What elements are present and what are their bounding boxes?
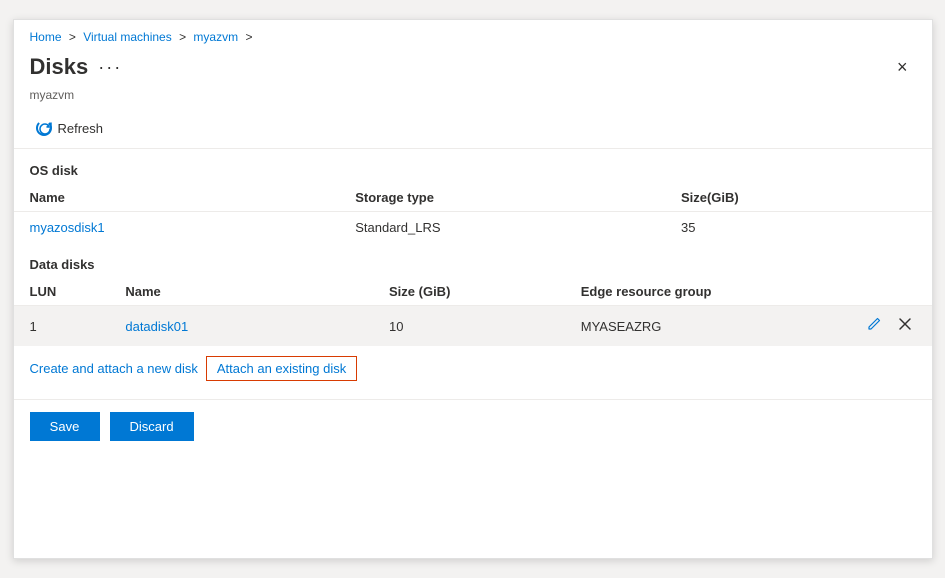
disks-panel: Home > Virtual machines > myazvm > Disks… [13,19,933,559]
breadcrumb-vm-name[interactable]: myazvm [193,30,238,44]
attach-existing-disk-button[interactable]: Attach an existing disk [206,356,357,381]
breadcrumb-sep3: > [245,30,252,44]
data-disk-lun: 1 [14,306,110,347]
breadcrumb-sep1: > [69,30,76,44]
breadcrumb-home[interactable]: Home [30,30,62,44]
data-disk-actions [828,306,931,347]
data-disk-edge-rg: MYASEAZRG [565,306,829,347]
os-disk-table: Name Storage type Size(GiB) myazosdisk1 … [14,184,932,243]
data-disk-col-lun: LUN [14,278,110,306]
data-disks-section-title: Data disks [14,243,932,278]
footer: Save Discard [14,399,932,453]
os-disk-section-title: OS disk [14,149,932,184]
breadcrumb: Home > Virtual machines > myazvm > [14,20,932,50]
header-left: Disks ··· [30,54,123,80]
data-disk-name: datadisk01 [109,306,373,347]
os-disk-col-size: Size(GiB) [665,184,932,212]
refresh-icon [36,120,52,136]
data-disk-col-name: Name [109,278,373,306]
panel-header: Disks ··· × [14,50,932,88]
refresh-label: Refresh [58,121,104,136]
os-disk-col-storage: Storage type [339,184,665,212]
os-disk-size: 35 [665,212,932,244]
edit-disk-button[interactable] [862,314,886,338]
os-disk-name-link[interactable]: myazosdisk1 [30,220,105,235]
refresh-button[interactable]: Refresh [30,116,110,140]
page-title: Disks [30,54,89,80]
data-disks-actions: Create and attach a new disk Attach an e… [14,346,932,391]
close-button[interactable]: × [889,54,916,80]
delete-disk-button[interactable] [894,315,916,337]
os-disk-col-name: Name [14,184,340,212]
data-disk-row: 1 datadisk01 10 MYASEAZRG [14,306,932,347]
data-disk-col-edge: Edge resource group [565,278,829,306]
breadcrumb-sep2: > [179,30,186,44]
data-disk-size: 10 [373,306,565,347]
breadcrumb-virtual-machines[interactable]: Virtual machines [83,30,172,44]
os-disk-name: myazosdisk1 [14,212,340,244]
create-attach-new-disk-link[interactable]: Create and attach a new disk [30,361,198,376]
more-options-icon[interactable]: ··· [98,57,122,78]
save-button[interactable]: Save [30,412,100,441]
toolbar: Refresh [14,110,932,149]
panel-subtitle: myazvm [14,88,932,110]
data-disk-name-link[interactable]: datadisk01 [125,319,188,334]
os-disk-row: myazosdisk1 Standard_LRS 35 [14,212,932,244]
discard-button[interactable]: Discard [110,412,194,441]
data-disk-col-actions [828,278,931,306]
os-disk-storage-type: Standard_LRS [339,212,665,244]
data-disk-col-size: Size (GiB) [373,278,565,306]
data-disks-table: LUN Name Size (GiB) Edge resource group … [14,278,932,346]
action-buttons [844,314,915,338]
